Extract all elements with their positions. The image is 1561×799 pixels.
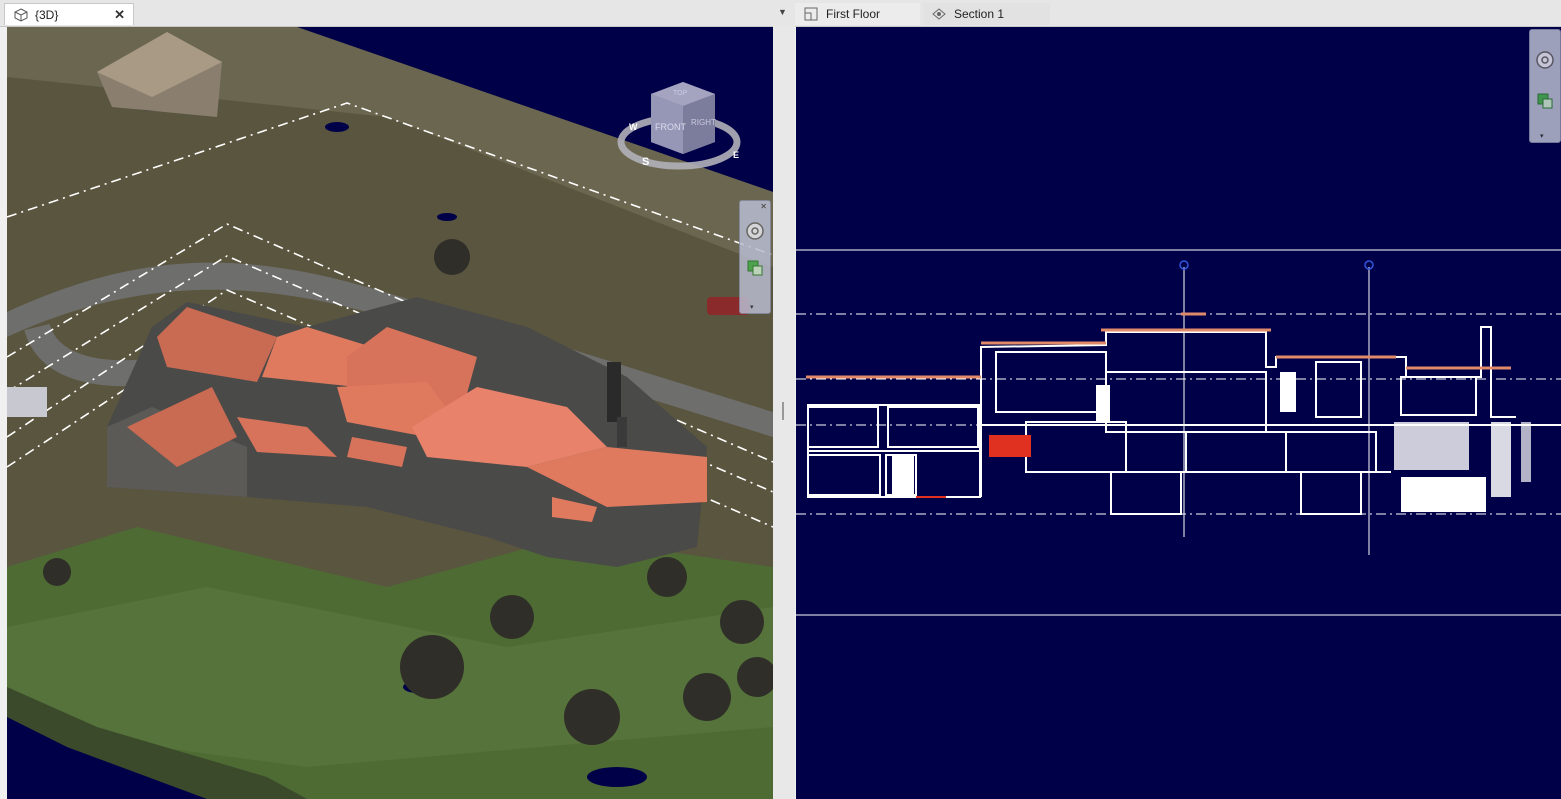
steering-wheel-icon[interactable] (745, 221, 765, 241)
section-view-canvas[interactable]: ▾ (796, 27, 1561, 799)
viewcube[interactable]: FRONT RIGHT TOP S W E (617, 82, 747, 182)
tab-first-floor[interactable]: First Floor (795, 3, 920, 25)
section-icon (931, 6, 947, 22)
zoom-icon[interactable] (746, 259, 764, 277)
close-icon[interactable]: ✕ (114, 7, 125, 23)
viewcube-front-face[interactable]: FRONT (655, 122, 686, 132)
compass-west[interactable]: W (629, 122, 638, 132)
navigation-bar-3d[interactable]: ✕ ▾ (739, 200, 771, 314)
compass-south[interactable]: S (642, 156, 649, 168)
navigation-bar-section[interactable]: ▾ (1529, 29, 1561, 143)
3d-view-canvas[interactable]: FRONT RIGHT TOP S W E ✕ ▾ (7, 27, 773, 799)
left-tab-bar: {3D} ✕ (0, 0, 775, 27)
zoom-icon[interactable] (1536, 92, 1554, 110)
3d-view-icon (13, 7, 29, 23)
dropdown-arrow-icon[interactable]: ▼ (778, 7, 787, 17)
floor-plan-icon (803, 6, 819, 22)
tab-3d-label: {3D} (35, 7, 59, 22)
close-navbar-icon[interactable]: ✕ (760, 202, 767, 211)
compass-east[interactable]: E (733, 150, 739, 160)
steering-wheel-icon[interactable] (1535, 50, 1555, 70)
viewcube-top-face[interactable]: TOP (673, 90, 687, 97)
tab-first-floor-label: First Floor (826, 7, 880, 21)
tab-3d-view[interactable]: {3D} ✕ (4, 3, 134, 25)
splitter-grip[interactable] (782, 402, 784, 420)
tab-section-1[interactable]: Section 1 (923, 3, 1050, 25)
navbar-menu-icon[interactable]: ▾ (1540, 132, 1544, 140)
right-tab-bar: ▼ First Floor Section 1 (775, 0, 1561, 27)
navbar-menu-icon[interactable]: ▾ (750, 303, 754, 311)
viewcube-right-face[interactable]: RIGHT (691, 118, 716, 127)
section-drawing (796, 249, 1561, 616)
tab-section-1-label: Section 1 (954, 7, 1005, 21)
view-splitter[interactable] (773, 26, 795, 799)
